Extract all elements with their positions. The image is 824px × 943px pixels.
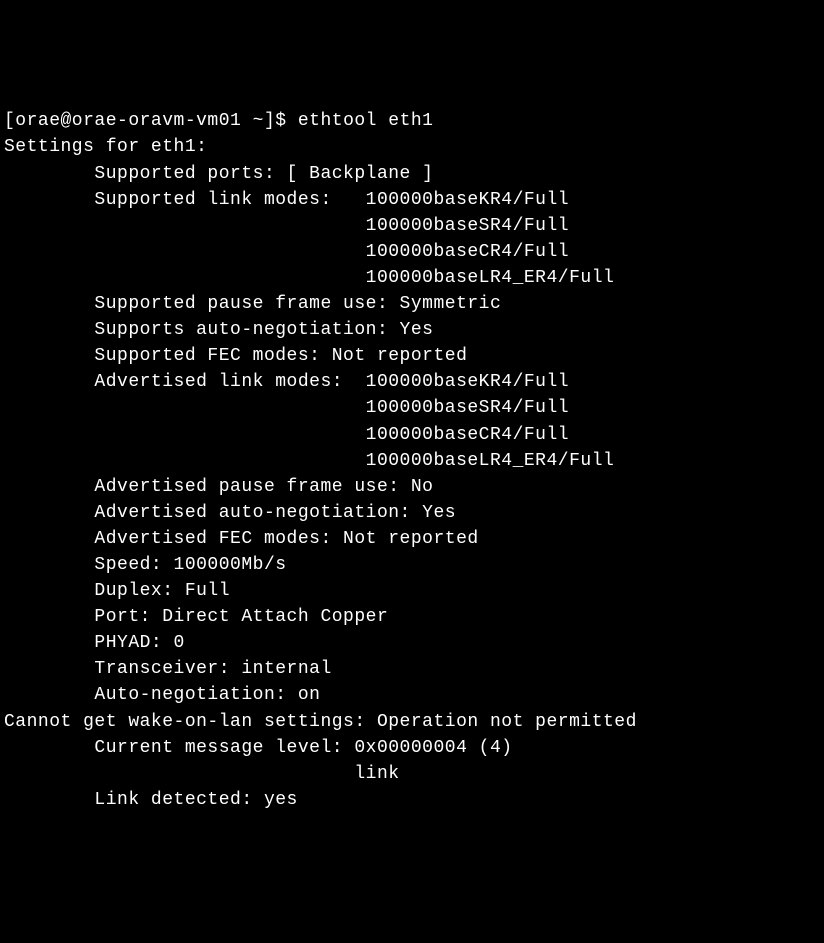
prompt-line[interactable]: [orae@orae-oravm-vm01 ~]$ ethtool eth1 [4, 108, 820, 134]
supported-link-modes-0: Supported link modes: 100000baseKR4/Full [4, 187, 820, 213]
speed: Speed: 100000Mb/s [4, 552, 820, 578]
auto-negotiation: Auto-negotiation: on [4, 682, 820, 708]
advertised-link-modes-3: 100000baseLR4_ER4/Full [4, 448, 820, 474]
transceiver: Transceiver: internal [4, 656, 820, 682]
wol-error: Cannot get wake-on-lan settings: Operati… [4, 709, 820, 735]
advertised-link-modes-1: 100000baseSR4/Full [4, 395, 820, 421]
supported-ports: Supported ports: [ Backplane ] [4, 161, 820, 187]
link-detected: Link detected: yes [4, 787, 820, 813]
supported-pause-frame: Supported pause frame use: Symmetric [4, 291, 820, 317]
terminal-output: [orae@orae-oravm-vm01 ~]$ ethtool eth1Se… [4, 108, 820, 813]
command-text: ethtool eth1 [298, 111, 434, 131]
advertised-fec: Advertised FEC modes: Not reported [4, 526, 820, 552]
supported-link-modes-2: 100000baseCR4/Full [4, 239, 820, 265]
supported-link-modes-3: 100000baseLR4_ER4/Full [4, 265, 820, 291]
advertised-auto-neg: Advertised auto-negotiation: Yes [4, 500, 820, 526]
supported-link-modes-1: 100000baseSR4/Full [4, 213, 820, 239]
advertised-pause-frame: Advertised pause frame use: No [4, 474, 820, 500]
shell-prompt: [orae@orae-oravm-vm01 ~]$ [4, 111, 298, 131]
advertised-link-modes-2: 100000baseCR4/Full [4, 422, 820, 448]
settings-header: Settings for eth1: [4, 134, 820, 160]
port: Port: Direct Attach Copper [4, 604, 820, 630]
phyad: PHYAD: 0 [4, 630, 820, 656]
duplex: Duplex: Full [4, 578, 820, 604]
advertised-link-modes-0: Advertised link modes: 100000baseKR4/Ful… [4, 369, 820, 395]
supported-fec: Supported FEC modes: Not reported [4, 343, 820, 369]
supports-auto-neg: Supports auto-negotiation: Yes [4, 317, 820, 343]
msg-level-link: link [4, 761, 820, 787]
